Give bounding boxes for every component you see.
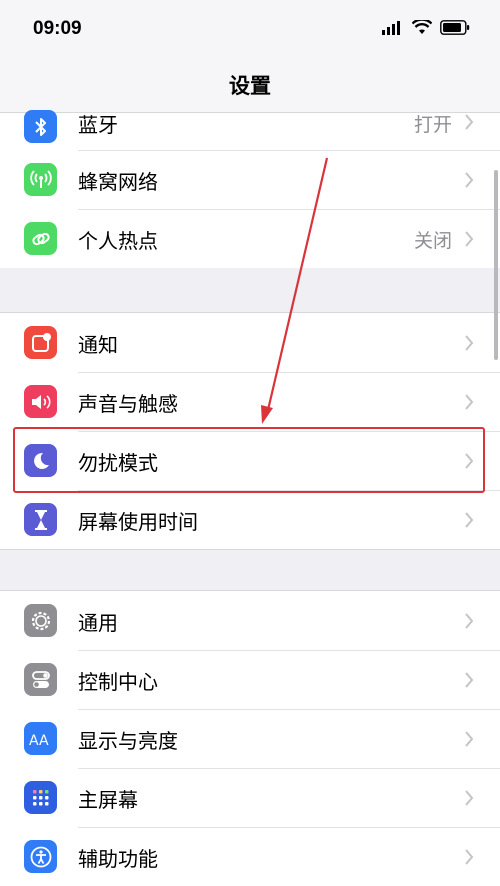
chevron-right-icon: [465, 613, 474, 629]
settings-row-label: 蜂窝网络: [78, 170, 158, 194]
settings-row-label: 通知: [78, 333, 118, 357]
settings-row-bluetooth[interactable]: 蓝牙 打开: [0, 110, 500, 150]
accessibility-icon: [24, 840, 57, 873]
speaker-icon: [24, 385, 57, 418]
hotspot-link-icon: [24, 222, 57, 255]
settings-row-label: 显示与亮度: [78, 729, 178, 753]
settings-row-label: 蓝牙: [78, 113, 118, 137]
svg-text:AA: AA: [29, 733, 49, 748]
settings-row-label: 声音与触感: [78, 392, 178, 416]
chevron-right-icon: [465, 172, 474, 188]
toggles-icon: [24, 663, 57, 696]
chevron-right-icon: [465, 335, 474, 351]
chevron-right-icon: [465, 672, 474, 688]
cellular-signal-icon: [382, 20, 400, 35]
wifi-icon: [412, 20, 432, 34]
settings-row-control-center[interactable]: 控制中心: [0, 650, 500, 709]
settings-row-notifications[interactable]: 通知: [0, 313, 500, 372]
navigation-bar: 设置: [0, 60, 500, 113]
cellular-antenna-icon: [24, 163, 57, 196]
hourglass-icon: [24, 503, 57, 536]
chevron-right-icon: [465, 731, 474, 747]
gear-icon: [24, 604, 57, 637]
settings-row-accessibility[interactable]: 辅助功能: [0, 827, 500, 886]
chevron-right-icon: [465, 849, 474, 865]
settings-row-label: 个人热点: [78, 229, 158, 253]
scroll-indicator: [494, 170, 498, 360]
status-icons: [382, 20, 470, 35]
notifications-icon: [24, 326, 57, 359]
settings-row-value: 打开: [413, 114, 452, 136]
settings-row-label: 屏幕使用时间: [78, 510, 198, 534]
settings-row-sounds[interactable]: 声音与触感: [0, 372, 500, 431]
chevron-right-icon: [465, 114, 474, 130]
chevron-right-icon: [465, 790, 474, 806]
status-time: 09:09: [33, 18, 82, 39]
battery-icon: [440, 20, 470, 35]
settings-row-general[interactable]: 通用: [0, 591, 500, 650]
bluetooth-icon: [24, 110, 57, 143]
settings-row-screen-time[interactable]: 屏幕使用时间: [0, 490, 500, 549]
chevron-right-icon: [465, 512, 474, 528]
settings-row-label: 主屏幕: [78, 788, 138, 812]
settings-group-general: 通用 控制中心 AA 显示与亮度 主屏幕 辅助功能: [0, 590, 500, 886]
settings-row-display[interactable]: AA 显示与亮度: [0, 709, 500, 768]
chevron-right-icon: [465, 394, 474, 410]
settings-row-label: 通用: [78, 611, 118, 635]
annotation-highlight-box: [13, 427, 485, 493]
settings-row-home-screen[interactable]: 主屏幕: [0, 768, 500, 827]
home-grid-icon: [24, 781, 57, 814]
text-size-icon: AA: [24, 722, 57, 755]
page-title: 设置: [229, 74, 271, 98]
settings-group-connectivity: 蓝牙 打开 蜂窝网络 个人热点 关闭: [0, 110, 500, 268]
settings-row-value: 关闭: [413, 230, 452, 252]
chevron-right-icon: [465, 231, 474, 247]
settings-row-cellular[interactable]: 蜂窝网络: [0, 150, 500, 209]
settings-row-label: 控制中心: [78, 670, 158, 694]
settings-row-label: 辅助功能: [78, 847, 158, 871]
settings-row-hotspot[interactable]: 个人热点 关闭: [0, 209, 500, 268]
status-bar: 09:09: [0, 0, 500, 60]
